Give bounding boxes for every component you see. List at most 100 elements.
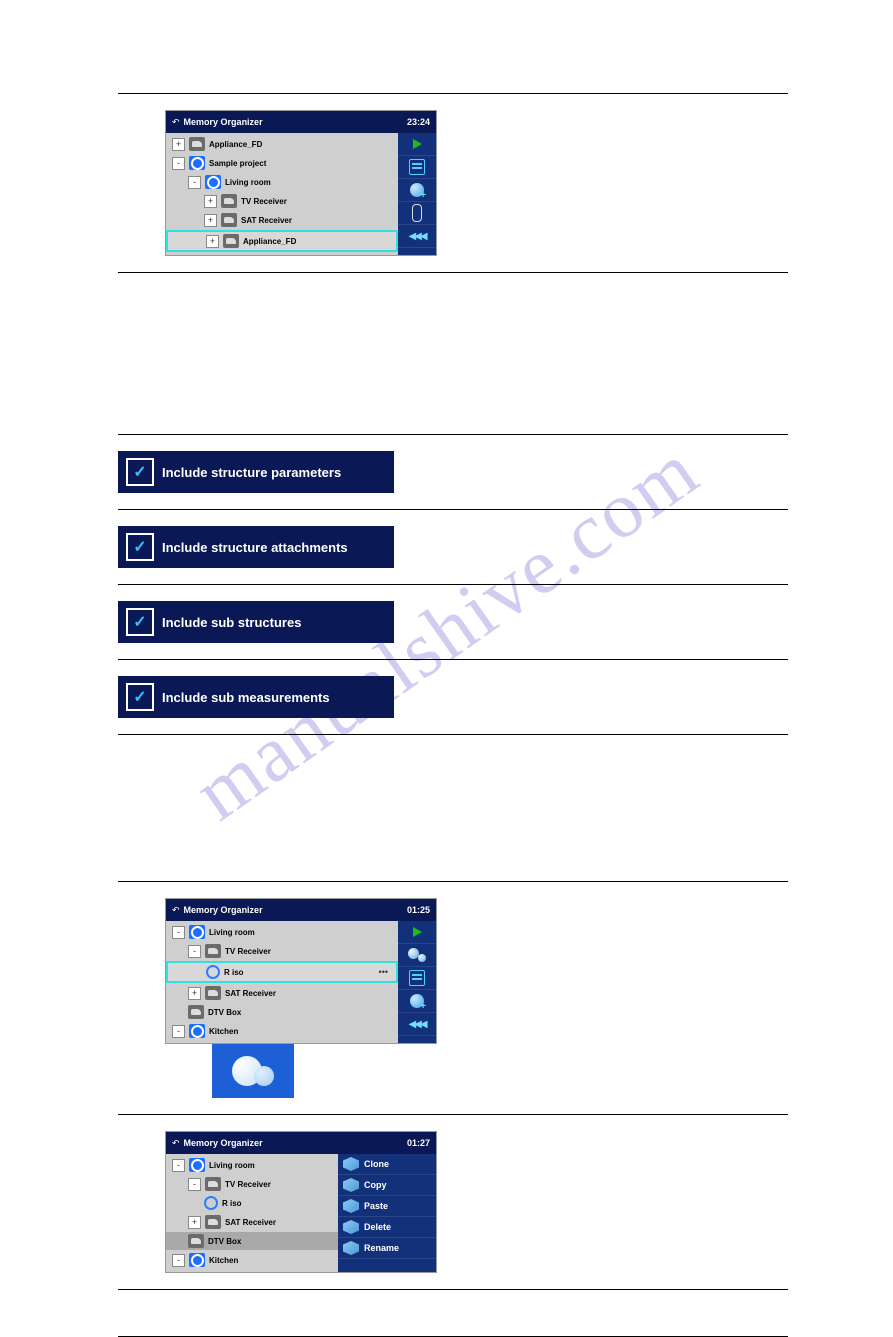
- tree-row[interactable]: -Kitchen: [166, 1022, 398, 1040]
- tree-row[interactable]: R iso •••: [166, 961, 398, 983]
- project-icon: [205, 175, 221, 189]
- tree-row[interactable]: R iso: [166, 1194, 338, 1212]
- collapse-icon[interactable]: -: [172, 157, 185, 170]
- attach-button[interactable]: [398, 202, 436, 225]
- row-option-2: ✓ Include structure attachments: [118, 518, 803, 576]
- play-icon: [413, 139, 422, 149]
- project-icon: [189, 1024, 205, 1038]
- tree-row[interactable]: - Living room: [166, 173, 398, 191]
- list-button[interactable]: [398, 156, 436, 179]
- divider: [118, 734, 788, 735]
- paperclip-icon: [412, 204, 422, 222]
- tree-row[interactable]: +Appliance_FD: [166, 230, 398, 252]
- tree-row[interactable]: DTV Box: [166, 1232, 338, 1250]
- tree-row[interactable]: +Appliance_FD: [166, 135, 398, 153]
- cube-icon: [343, 1241, 359, 1255]
- device-screen-1: ↶ Memory Organizer 23:24 +Appliance_FD-S…: [165, 110, 437, 256]
- tree-row[interactable]: DTV Box: [166, 1003, 398, 1021]
- back-icon[interactable]: ↶: [172, 117, 180, 128]
- menu-item-paste[interactable]: Paste: [338, 1196, 436, 1217]
- option-include-attachments[interactable]: ✓ Include structure attachments: [118, 526, 394, 568]
- tree-row[interactable]: -TV Receiver: [166, 1175, 338, 1193]
- collapse-icon[interactable]: -: [172, 1159, 185, 1172]
- tree-label: Sample project: [209, 159, 266, 168]
- expand-icon[interactable]: +: [204, 214, 217, 227]
- screen-header: ↶ Memory Organizer 01:25: [166, 899, 436, 921]
- checkbox[interactable]: ✓: [126, 533, 154, 561]
- option-include-substructures[interactable]: ✓ Include sub structures: [118, 601, 394, 643]
- expand-icon[interactable]: +: [188, 987, 201, 1000]
- tree-row[interactable]: - Sample project: [166, 154, 398, 172]
- option-include-submeasurements[interactable]: ✓ Include sub measurements: [118, 676, 394, 718]
- more-button[interactable]: ◀◀◀: [398, 1013, 436, 1036]
- cube-icon: [343, 1178, 359, 1192]
- screen-title: Memory Organizer: [184, 905, 407, 915]
- collapse-icon[interactable]: -: [188, 1178, 201, 1191]
- menu-item-rename[interactable]: Rename: [338, 1238, 436, 1259]
- tree-row[interactable]: -Living room: [166, 1156, 338, 1174]
- tree-row[interactable]: +TV Receiver: [166, 192, 398, 210]
- tree-row[interactable]: + SAT Receiver: [166, 984, 398, 1002]
- menu-label: Rename: [364, 1243, 399, 1253]
- checkbox[interactable]: ✓: [126, 458, 154, 486]
- play-button[interactable]: [398, 133, 436, 156]
- check-icon: ✓: [133, 612, 146, 632]
- project-icon: [189, 925, 205, 939]
- menu-label: Paste: [364, 1201, 388, 1211]
- screen-clock: 01:25: [407, 905, 430, 915]
- list-button[interactable]: [398, 967, 436, 990]
- tree-row[interactable]: +SAT Receiver: [166, 211, 398, 229]
- menu-item-clone[interactable]: Clone: [338, 1154, 436, 1175]
- back-icon[interactable]: ↶: [172, 905, 180, 916]
- spheres-large-button[interactable]: [212, 1044, 294, 1098]
- add-sphere-button[interactable]: [398, 990, 436, 1013]
- menu-item-copy[interactable]: Copy: [338, 1175, 436, 1196]
- screen-clock: 01:27: [407, 1138, 430, 1148]
- option-include-params[interactable]: ✓ Include structure parameters: [118, 451, 394, 493]
- divider: [118, 509, 788, 510]
- collapse-icon[interactable]: -: [172, 1025, 185, 1038]
- screen-header: ↶ Memory Organizer 23:24: [166, 111, 436, 133]
- more-icon: ◀◀◀: [408, 231, 425, 242]
- add-sphere-button[interactable]: [398, 179, 436, 202]
- expand-icon[interactable]: +: [188, 1216, 201, 1229]
- checkbox[interactable]: ✓: [126, 683, 154, 711]
- tree-panel: +Appliance_FD-Sample project-Living room…: [166, 133, 398, 255]
- divider: [118, 1289, 788, 1290]
- tree-row[interactable]: +SAT Receiver: [166, 1213, 338, 1231]
- tree-row[interactable]: -TV Receiver: [166, 942, 398, 960]
- expand-icon[interactable]: +: [172, 138, 185, 151]
- tree-label: R iso: [222, 1199, 242, 1208]
- collapse-icon[interactable]: -: [188, 176, 201, 189]
- project-icon: [189, 156, 205, 170]
- appliance-icon: [223, 234, 239, 248]
- cube-icon: [343, 1199, 359, 1213]
- collapse-icon[interactable]: -: [172, 1254, 185, 1267]
- collapse-icon[interactable]: -: [188, 945, 201, 958]
- play-button[interactable]: [398, 921, 436, 944]
- back-icon[interactable]: ↶: [172, 1138, 180, 1149]
- tree-row[interactable]: -Kitchen: [166, 1251, 338, 1269]
- screen-title: Memory Organizer: [184, 1138, 407, 1148]
- more-button[interactable]: ◀◀◀: [398, 225, 436, 248]
- tree-row[interactable]: -Living room: [166, 923, 398, 941]
- screen-header: ↶ Memory Organizer 01:27: [166, 1132, 436, 1154]
- tree-label: SAT Receiver: [225, 989, 276, 998]
- spheres-button[interactable]: [398, 944, 436, 967]
- tree-label: R iso: [224, 968, 244, 977]
- sphere-add-icon: [410, 183, 424, 197]
- more-icon: ◀◀◀: [408, 1019, 425, 1030]
- expand-icon[interactable]: +: [206, 235, 219, 248]
- cube-icon: [343, 1157, 359, 1171]
- collapse-icon[interactable]: -: [172, 926, 185, 939]
- divider: [118, 881, 788, 882]
- list-icon: [409, 159, 425, 175]
- appliance-icon: [221, 194, 237, 208]
- option-label: Include sub measurements: [162, 690, 330, 705]
- expand-icon[interactable]: +: [204, 195, 217, 208]
- ellipsis-icon[interactable]: •••: [379, 967, 388, 977]
- sidebar-actions: ◀◀◀: [398, 921, 436, 1043]
- tree-label: Living room: [225, 178, 271, 187]
- menu-item-delete[interactable]: Delete: [338, 1217, 436, 1238]
- checkbox[interactable]: ✓: [126, 608, 154, 636]
